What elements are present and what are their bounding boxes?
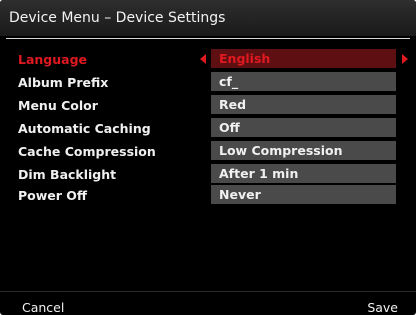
setting-row-menu-color[interactable]: Menu Color Red [0, 95, 416, 116]
setting-label: Cache Compression [18, 144, 156, 159]
setting-value-field[interactable]: Low Compression [211, 141, 396, 160]
setting-label: Automatic Caching [18, 121, 151, 136]
setting-label: Language [18, 52, 88, 67]
device-screen: Device Menu – Device Settings Language E… [0, 0, 416, 315]
setting-row-power-off[interactable]: Power Off Never [0, 185, 416, 206]
setting-row-cache-compression[interactable]: Cache Compression Low Compression [0, 141, 416, 162]
setting-row-dim-backlight[interactable]: Dim Backlight After 1 min [0, 164, 416, 185]
setting-row-language[interactable]: Language English [0, 49, 416, 70]
setting-value-selector[interactable]: English [211, 49, 396, 68]
setting-label: Album Prefix [18, 75, 109, 90]
triangle-left-icon[interactable] [200, 54, 206, 64]
setting-row-album-prefix[interactable]: Album Prefix cf_ [0, 72, 416, 93]
softkey-divider [0, 291, 416, 292]
title-divider [6, 38, 410, 39]
cancel-button[interactable]: Cancel [22, 300, 64, 315]
setting-label: Menu Color [18, 98, 98, 113]
save-button[interactable]: Save [367, 300, 398, 315]
setting-value-field[interactable]: cf_ [211, 72, 396, 91]
setting-value-field[interactable]: After 1 min [211, 164, 396, 183]
setting-value-field[interactable]: Red [211, 95, 396, 114]
setting-value-field[interactable]: Never [211, 185, 396, 204]
triangle-right-icon[interactable] [402, 54, 408, 64]
setting-label: Power Off [18, 188, 88, 203]
setting-value-field[interactable]: Off [211, 118, 396, 137]
setting-label: Dim Backlight [18, 167, 117, 182]
page-title: Device Menu – Device Settings [9, 10, 226, 26]
title-bar: Device Menu – Device Settings [0, 0, 416, 36]
setting-row-automatic-caching[interactable]: Automatic Caching Off [0, 118, 416, 139]
